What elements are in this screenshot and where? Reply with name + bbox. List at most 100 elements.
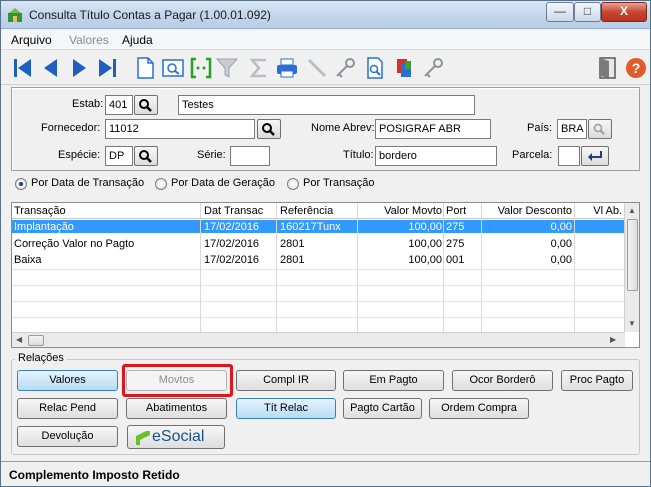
cell-transacao: Correção Valor no Pagto — [14, 238, 135, 250]
especie-field[interactable]: DP — [105, 146, 133, 166]
status-bar: Complemento Imposto Retido — [1, 461, 650, 486]
pais-search-button[interactable] — [588, 119, 612, 139]
col-dat-transac[interactable]: Dat Transac — [202, 204, 278, 218]
radio-data-transacao[interactable] — [15, 178, 27, 190]
new-doc-icon[interactable] — [133, 56, 157, 80]
grid-line — [12, 317, 625, 318]
zoom-icon[interactable] — [161, 56, 185, 80]
col-port[interactable]: Port — [444, 204, 482, 218]
col-vl-ab[interactable]: Vl Ab. — [574, 204, 624, 218]
valores-button[interactable]: Valores — [17, 370, 118, 391]
help-icon[interactable]: ? — [624, 56, 648, 80]
app-icon — [8, 8, 22, 22]
close-button[interactable]: X — [601, 2, 647, 22]
especie-label: Espécie: — [58, 149, 101, 161]
menu-ajuda[interactable]: Ajuda — [122, 33, 153, 47]
title-bar: Consulta Título Contas a Pagar (1.00.01.… — [1, 1, 650, 29]
abatimentos-button[interactable]: Abatimentos — [126, 398, 227, 419]
estab-label: Estab: — [72, 98, 104, 110]
vertical-scrollbar[interactable]: ▲ ▼ — [624, 203, 639, 332]
grid-header: Transação Dat Transac Referência Valor M… — [12, 203, 625, 219]
proc-pagto-button[interactable]: Proc Pagto — [561, 370, 633, 391]
radio-transacao[interactable] — [287, 178, 299, 190]
next-icon[interactable] — [67, 56, 91, 80]
cell-port: 275 — [446, 221, 465, 233]
cell-desconto: 0,00 — [550, 221, 572, 233]
estab-field[interactable]: 401 — [105, 95, 133, 115]
scroll-down-icon[interactable]: ▼ — [628, 319, 636, 328]
cell-referencia: 160217Tunx — [280, 221, 341, 233]
col-valor-movto[interactable]: Valor Movto — [358, 204, 444, 218]
highlight-box — [122, 364, 233, 397]
col-valor-desconto[interactable]: Valor Desconto — [482, 204, 574, 218]
filter-icon[interactable] — [215, 56, 239, 80]
cell-valor: 100,00 — [408, 221, 442, 233]
key-icon[interactable] — [333, 56, 357, 80]
scroll-right-icon[interactable]: ▶ — [610, 335, 616, 344]
estab-search-button[interactable] — [134, 95, 158, 115]
first-icon[interactable] — [11, 56, 35, 80]
maximize-button[interactable]: □ — [574, 2, 601, 22]
grid-line — [443, 203, 444, 332]
print-icon[interactable] — [275, 56, 299, 80]
scroll-up-icon[interactable]: ▲ — [628, 206, 636, 215]
especie-search-button[interactable] — [134, 146, 158, 166]
exit-icon[interactable] — [596, 56, 620, 80]
menu-valores[interactable]: Valores — [69, 33, 109, 47]
titulo-field[interactable]: bordero — [375, 146, 497, 166]
ordem-compra-button[interactable]: Ordem Compra — [429, 398, 529, 419]
fornecedor-field[interactable]: 11012 — [105, 119, 255, 139]
radio-data-geracao[interactable] — [155, 178, 167, 190]
pagto-cartao-button[interactable]: Pagto Cartão — [343, 398, 422, 419]
estab-description: Testes — [178, 95, 475, 115]
scroll-left-icon[interactable]: ◀ — [16, 335, 22, 344]
horizontal-scrollbar[interactable]: ◀ ▶ — [12, 332, 625, 347]
confirm-button[interactable] — [581, 146, 609, 166]
nome-abrev-field[interactable]: POSIGRAF ABR — [375, 119, 491, 139]
goto-icon[interactable] — [189, 56, 213, 80]
table-row[interactable]: Implantação 17/02/2016 160217Tunx 100,00… — [12, 220, 625, 233]
status-text: Complemento Imposto Retido — [9, 468, 180, 482]
radio-transacao-label: Por Transação — [303, 177, 375, 189]
prev-icon[interactable] — [39, 56, 63, 80]
relac-pend-button[interactable]: Relac Pend — [17, 398, 118, 419]
edit-icon[interactable] — [305, 56, 329, 80]
esocial-button[interactable]: eSocial — [127, 425, 225, 449]
grid-line — [12, 269, 625, 270]
doc-search-icon[interactable] — [363, 56, 387, 80]
minimize-button[interactable]: — — [546, 2, 574, 22]
grid-line — [200, 203, 201, 332]
main-window: Consulta Título Contas a Pagar (1.00.01.… — [0, 0, 651, 487]
transactions-grid[interactable]: Transação Dat Transac Referência Valor M… — [11, 202, 640, 348]
devolucao-button[interactable]: Devolução — [17, 426, 118, 447]
ocor-bordero-button[interactable]: Ocor Borderô — [452, 370, 553, 391]
parcela-field[interactable] — [558, 146, 580, 166]
grid-line — [574, 203, 575, 332]
relacoes-title: Relações — [15, 352, 67, 364]
cell-valor: 100,00 — [408, 254, 442, 266]
stack-icon[interactable] — [393, 56, 417, 80]
table-row[interactable]: Baixa 17/02/2016 2801 100,00 001 0,00 — [12, 253, 625, 266]
cell-referencia: 2801 — [280, 238, 305, 250]
compl-ir-button[interactable]: Compl IR — [236, 370, 336, 391]
last-icon[interactable] — [95, 56, 119, 80]
serie-field[interactable] — [230, 146, 270, 166]
tit-relac-button[interactable]: Tít Relac — [236, 398, 336, 419]
col-referencia[interactable]: Referência — [278, 204, 358, 218]
parcela-label: Parcela: — [512, 149, 553, 161]
horizontal-scroll-thumb[interactable] — [28, 335, 44, 346]
sum-icon[interactable] — [247, 56, 271, 80]
fornecedor-search-button[interactable] — [257, 119, 281, 139]
col-transacao[interactable]: Transação — [12, 204, 200, 218]
grid-line — [12, 285, 625, 286]
key2-icon[interactable] — [421, 56, 445, 80]
cell-data: 17/02/2016 — [204, 238, 260, 250]
em-pagto-button[interactable]: Em Pagto — [343, 370, 444, 391]
table-row[interactable]: Correção Valor no Pagto 17/02/2016 2801 … — [12, 237, 625, 250]
menu-arquivo[interactable]: Arquivo — [11, 33, 52, 47]
cell-data: 17/02/2016 — [204, 254, 260, 266]
pais-field[interactable]: BRA — [557, 119, 587, 139]
nome-abrev-label: Nome Abrev: — [311, 122, 375, 134]
svg-text:?: ? — [632, 60, 641, 76]
vertical-scroll-thumb[interactable] — [627, 219, 638, 291]
